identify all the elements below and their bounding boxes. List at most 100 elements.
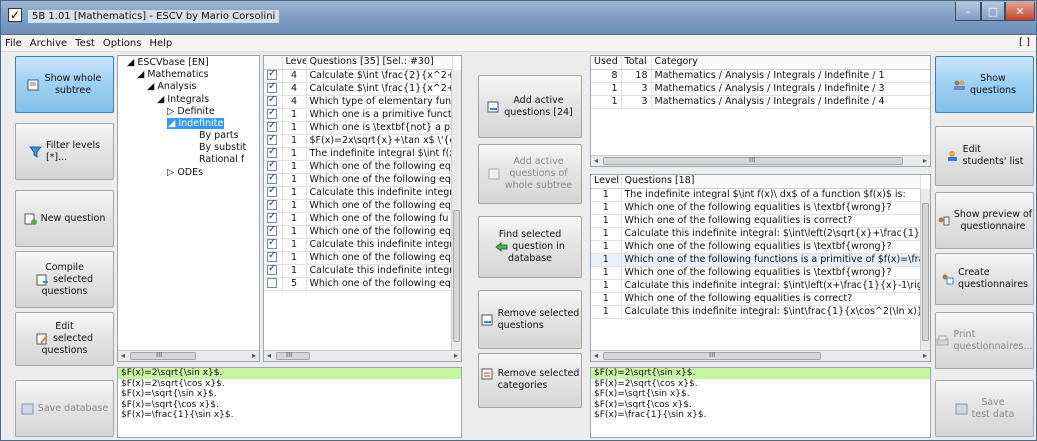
table-row[interactable]: 1Which one of the following fu — [264, 212, 453, 226]
maximize-button[interactable]: □ — [981, 2, 1005, 21]
selected-level-header[interactable]: Level — [591, 175, 622, 189]
row-checkbox[interactable] — [267, 121, 277, 132]
remove-selected-categories-button[interactable]: Remove selected categories — [478, 353, 582, 408]
questions-table[interactable]: Level Questions [35] [Sel.: #30] 4Calcul… — [263, 55, 462, 362]
edit-students-button[interactable]: Edit students' list — [935, 126, 1034, 186]
row-checkbox[interactable] — [267, 134, 277, 145]
table-row[interactable]: 4Calculate $\int \frac{2}{x^2+6x — [264, 69, 453, 83]
table-row[interactable]: 4Calculate $\int \frac{1}{x^2+4} — [264, 82, 453, 96]
menu-test[interactable]: Test — [71, 38, 99, 49]
level-header[interactable]: Level — [282, 56, 307, 70]
table-row[interactable]: 1 Which one of the following equalities i… — [591, 201, 921, 215]
remove-selected-questions-button[interactable]: Remove selected questions — [478, 290, 582, 349]
scroll-right-arrow[interactable]: ▸ — [923, 351, 927, 360]
categories-horizontal-scrollbar[interactable]: ◂ III ▸ — [591, 155, 930, 166]
table-row[interactable]: 1Which one of the following eq — [264, 199, 453, 213]
table-row[interactable]: 1Which one of the following eq — [264, 225, 453, 239]
scroll-left-arrow[interactable]: ◂ — [594, 156, 598, 165]
selected-questions-table[interactable]: Level Questions [18] 1 The indefinite int… — [590, 174, 931, 362]
questions-horizontal-scrollbar[interactable]: ◂ III ▸ — [264, 350, 461, 361]
tree-node-escvbase[interactable]: ◢ ESCVbase [EN] — [127, 57, 209, 68]
table-row[interactable]: 1Which one of the following eq — [264, 160, 453, 174]
selected-vertical-scrollbar[interactable] — [920, 189, 930, 350]
save-database-button[interactable]: Save database — [15, 380, 114, 437]
tree-node-indefinite[interactable]: ◢ Indefinite — [167, 118, 225, 129]
scroll-right-arrow[interactable]: ▸ — [923, 156, 927, 165]
save-test-data-button[interactable]: Save test data — [935, 380, 1034, 437]
menu-help[interactable]: Help — [145, 38, 176, 49]
table-row[interactable]: 1The indefinite integral $\int f(x — [264, 147, 453, 161]
selected-questions-header[interactable]: Questions [18] — [621, 175, 921, 189]
table-row[interactable]: 1 Which one of the following equalities i… — [591, 240, 921, 254]
table-row[interactable]: 1 Which one of the following equalities i… — [591, 214, 921, 228]
table-row[interactable]: 5 Which one of the following eq — [264, 277, 453, 291]
total-header[interactable]: Total — [621, 56, 652, 70]
print-questionnaires-button[interactable]: Print questionnaires... — [935, 312, 1034, 369]
table-row[interactable]: 4Which type of elementary func — [264, 95, 453, 109]
category-header[interactable]: Category — [651, 56, 930, 70]
row-checkbox[interactable] — [267, 264, 277, 275]
tree-node-by-parts[interactable]: By parts — [199, 130, 239, 141]
table-row[interactable]: 1 Which one of the following functions is… — [591, 253, 921, 267]
selected-horizontal-scrollbar[interactable]: ◂ III ▸ — [591, 350, 930, 361]
find-selected-button[interactable]: Find selected question in database — [478, 216, 582, 278]
table-row[interactable]: 1 Which one of the following equalities i… — [591, 292, 921, 306]
row-checkbox[interactable] — [267, 199, 277, 210]
row-checkbox[interactable] — [267, 147, 277, 158]
row-checkbox[interactable] — [267, 238, 277, 249]
tree-node-analysis[interactable]: ◢ Analysis — [147, 81, 196, 92]
table-row[interactable]: 1Which one of the following eq — [264, 173, 453, 187]
scroll-thumb[interactable] — [276, 352, 310, 360]
show-subtree-button[interactable]: Show whole subtree — [15, 56, 114, 113]
table-row[interactable]: 1Which one is a primitive functi — [264, 108, 453, 122]
add-subtree-questions-button[interactable]: Add active questions of whole subtree — [478, 144, 582, 204]
table-row[interactable]: 1Which one is \textbf{not} a pri — [264, 121, 453, 135]
scroll-thumb[interactable] — [130, 352, 196, 360]
tree-node-rational[interactable]: Rational f — [199, 154, 244, 165]
row-checkbox[interactable] — [267, 69, 277, 80]
row-checkbox[interactable] — [267, 108, 277, 119]
row-checkbox[interactable] — [267, 225, 277, 236]
scroll-right-arrow[interactable]: ▸ — [454, 351, 458, 360]
table-row[interactable]: 1Calculate this indefinite integra — [264, 238, 453, 252]
questions-header[interactable]: Questions [35] [Sel.: #30] — [306, 56, 453, 70]
tree-node-odes[interactable]: ▷ ODEs — [167, 167, 203, 178]
tree-node-definite[interactable]: ▷ Definite — [167, 106, 215, 117]
table-row[interactable]: 1Which one of the following eq — [264, 251, 453, 265]
table-row[interactable]: 1 The indefinite integral $\int f(x)\ dx$… — [591, 188, 921, 202]
table-row[interactable]: 1 3 Mathematics / Analysis / Integrals / I… — [591, 82, 930, 96]
show-preview-button[interactable]: Show preview of questionnaire — [935, 192, 1034, 249]
questions-vertical-scrollbar[interactable] — [451, 70, 461, 350]
scroll-right-arrow[interactable]: ▸ — [252, 351, 256, 360]
scroll-left-arrow[interactable]: ◂ — [121, 351, 125, 360]
used-header[interactable]: Used — [591, 56, 622, 70]
show-questions-button[interactable]: Show questions — [935, 56, 1034, 113]
new-question-button[interactable]: New question — [15, 190, 114, 247]
category-tree[interactable]: ◢ ESCVbase [EN] ◢ Mathematics ◢ Analysis… — [117, 55, 260, 362]
table-row[interactable]: 1 Calculate this indefinite integral: $\i… — [591, 227, 921, 241]
table-row[interactable]: 1 Calculate this indefinite integral: $\i… — [591, 305, 921, 319]
row-checkbox[interactable] — [267, 95, 277, 106]
table-row[interactable]: 1 Calculate this indefinite integral: $\i… — [591, 279, 921, 293]
row-checkbox[interactable] — [267, 278, 277, 288]
tree-node-integrals[interactable]: ◢ Integrals — [157, 94, 209, 105]
table-row[interactable]: 1$F(x)=2x\sqrt{x}+\tan x$ \'{e} i — [264, 134, 453, 148]
tree-node-mathematics[interactable]: ◢ Mathematics — [137, 69, 209, 80]
row-checkbox[interactable] — [267, 173, 277, 184]
table-row[interactable]: 1 3 Mathematics / Analysis / Integrals / I… — [591, 95, 930, 109]
filter-levels-button[interactable]: Filter levels [*]... — [15, 123, 114, 180]
scroll-thumb[interactable] — [922, 203, 929, 341]
add-active-questions-button[interactable]: Add active questions [24] — [478, 75, 582, 138]
table-row[interactable]: 1 Which one of the following equalities i… — [591, 266, 921, 280]
minimize-button[interactable]: – — [955, 2, 981, 21]
close-button[interactable]: ✕ — [1005, 2, 1035, 21]
create-questionnaires-button[interactable]: Create questionnaires — [935, 253, 1034, 305]
table-row[interactable]: 1Calculate this indefinite integra — [264, 186, 453, 200]
menu-options[interactable]: Options — [99, 38, 146, 49]
scroll-left-arrow[interactable]: ◂ — [594, 351, 598, 360]
table-row[interactable]: 8 18 Mathematics / Analysis / Integrals / … — [591, 69, 930, 83]
row-checkbox[interactable] — [267, 82, 277, 93]
menu-file[interactable]: File — [1, 38, 26, 49]
table-row[interactable]: 1Calculate this indefinite integr — [264, 264, 453, 278]
row-checkbox[interactable] — [267, 160, 277, 171]
